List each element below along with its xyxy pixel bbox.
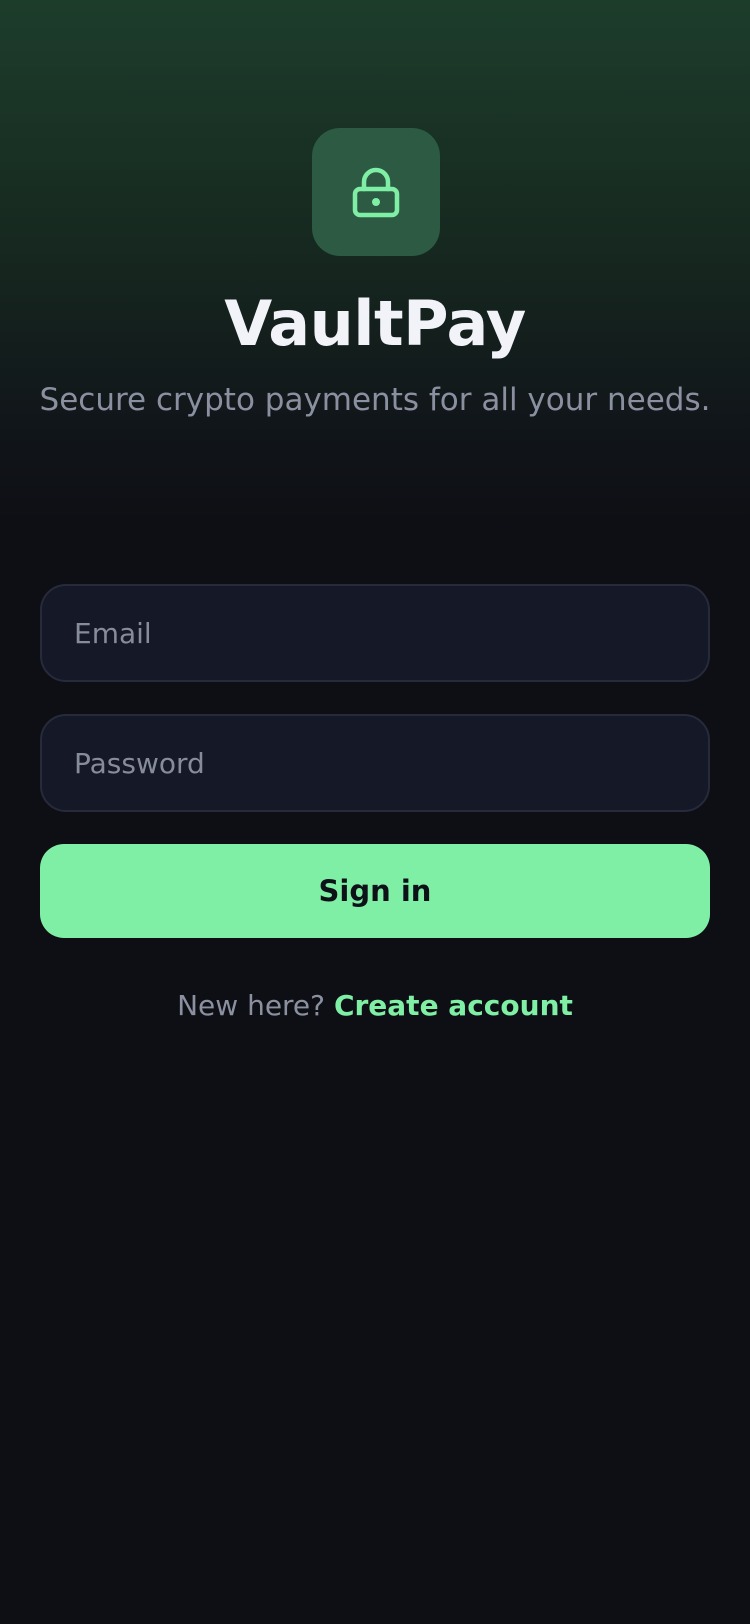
email-field[interactable] — [40, 584, 710, 682]
app-title: VaultPay — [224, 287, 526, 360]
app-logo — [312, 128, 440, 256]
lock-icon — [352, 167, 400, 218]
app-tagline: Secure crypto payments for all your need… — [39, 382, 711, 418]
password-field[interactable] — [40, 714, 710, 812]
create-account-link[interactable]: Create account — [334, 989, 573, 1022]
signup-prompt-text: New here? — [177, 989, 326, 1022]
signup-prompt: New here? Create account — [0, 984, 750, 1028]
login-screen: VaultPay Secure crypto payments for all … — [0, 0, 750, 1624]
sign-in-button[interactable]: Sign in — [40, 844, 710, 938]
